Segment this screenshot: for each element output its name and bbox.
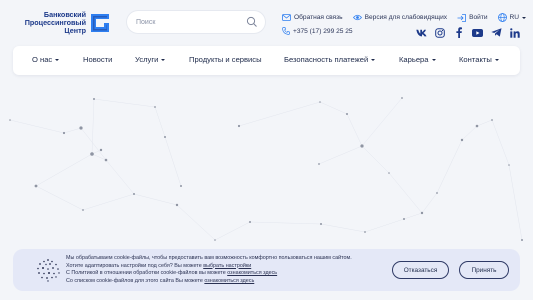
social-links bbox=[416, 27, 521, 38]
instagram-icon[interactable] bbox=[435, 27, 446, 38]
nav-item-label: Новости bbox=[83, 55, 113, 64]
cookie-line-4: Со списком cookie-файлов для этого сайта… bbox=[66, 278, 396, 286]
cookie-line-3: С Политикой в отношении обработки cookie… bbox=[66, 270, 396, 278]
nav-item-payment-security[interactable]: Безопасность платежей bbox=[284, 55, 376, 64]
cookie-line-2-text: Хотите адаптировать настройки под себя? … bbox=[66, 262, 204, 269]
nav-item-label: Продукты и сервисы bbox=[189, 55, 262, 64]
cookie-banner: Мы обрабатываем cookie-файлы, чтобы пред… bbox=[13, 249, 520, 291]
telegram-icon[interactable] bbox=[491, 27, 502, 38]
cookie-line-3-text: С Политикой в отношении обработки cookie… bbox=[66, 270, 228, 277]
choose-settings-link[interactable]: выбрать настройки bbox=[203, 263, 251, 269]
mail-icon bbox=[282, 14, 291, 21]
phone-number: +375 (17) 299 25 25 bbox=[293, 27, 353, 35]
nav-item-contacts[interactable]: Контакты bbox=[459, 55, 499, 64]
language-selector[interactable]: RU bbox=[497, 13, 527, 22]
accessibility-link[interactable]: Версия для слабовидящих bbox=[352, 14, 448, 21]
nav-item-career[interactable]: Карьера bbox=[399, 55, 436, 64]
nav-item-label: Контакты bbox=[459, 55, 492, 64]
decline-button[interactable]: Отказаться bbox=[392, 261, 449, 279]
search-box bbox=[127, 11, 265, 33]
search-input[interactable] bbox=[136, 16, 246, 28]
nav-item-label: О нас bbox=[32, 55, 53, 64]
logo-line-3: Центр bbox=[64, 26, 86, 35]
nav-item-services[interactable]: Услуги bbox=[135, 55, 166, 64]
top-links: Обратная связь Версия для слабовидящих В… bbox=[282, 13, 533, 22]
nav-item-label: Безопасность платежей bbox=[284, 55, 369, 64]
chevron-down-icon bbox=[161, 59, 166, 61]
cookie-line-4-text: Со списком cookie-файлов для этого сайта… bbox=[66, 277, 205, 284]
cookie-line-1: Мы обрабатываем cookie-файлы, чтобы пред… bbox=[66, 255, 352, 261]
cookie-policy-link[interactable]: ознакомиться здесь bbox=[227, 270, 277, 276]
accept-button[interactable]: Принять bbox=[459, 261, 509, 279]
nav-item-products[interactable]: Продукты и сервисы bbox=[189, 55, 262, 64]
main-nav: О нас Новости Услуги Продукты и сервисы … bbox=[13, 46, 520, 75]
linkedin-icon[interactable] bbox=[510, 27, 521, 38]
chevron-down-icon bbox=[522, 17, 527, 19]
facebook-icon[interactable] bbox=[454, 27, 465, 38]
login-link[interactable]: Войти bbox=[457, 13, 488, 22]
youtube-icon[interactable] bbox=[472, 27, 484, 38]
chevron-down-icon bbox=[494, 59, 499, 61]
globe-icon bbox=[497, 13, 507, 22]
logo-text: Банковский Процессинговый Центр bbox=[20, 11, 86, 35]
login-icon bbox=[457, 13, 466, 22]
cookie-text: Мы обрабатываем cookie-файлы, чтобы пред… bbox=[66, 255, 396, 285]
nav-item-label: Услуги bbox=[135, 55, 159, 64]
accessibility-label: Версия для слабовидящих bbox=[364, 14, 448, 21]
site-header: Банковский Процессинговый Центр Обратная… bbox=[0, 0, 533, 44]
feedback-link[interactable]: Обратная связь bbox=[282, 14, 343, 21]
chevron-down-icon bbox=[55, 59, 60, 61]
chevron-down-icon bbox=[371, 59, 376, 61]
nav-item-news[interactable]: Новости bbox=[83, 55, 112, 64]
logo-mark-icon bbox=[91, 14, 109, 32]
chevron-down-icon bbox=[431, 59, 436, 61]
search-icon[interactable] bbox=[246, 16, 258, 28]
vk-icon[interactable] bbox=[416, 27, 427, 38]
login-label: Войти bbox=[469, 14, 488, 21]
nav-item-label: Карьера bbox=[399, 55, 429, 64]
phone-link[interactable]: +375 (17) 299 25 25 bbox=[282, 27, 353, 35]
cookie-list-link[interactable]: ознакомиться здесь bbox=[204, 278, 254, 284]
language-label: RU bbox=[509, 14, 520, 21]
eye-icon bbox=[352, 14, 362, 21]
nav-item-about[interactable]: О нас bbox=[32, 55, 60, 64]
feedback-label: Обратная связь bbox=[294, 14, 343, 21]
logo[interactable]: Банковский Процессинговый Центр bbox=[20, 11, 111, 35]
cookie-icon bbox=[37, 259, 60, 282]
phone-icon bbox=[282, 27, 290, 35]
